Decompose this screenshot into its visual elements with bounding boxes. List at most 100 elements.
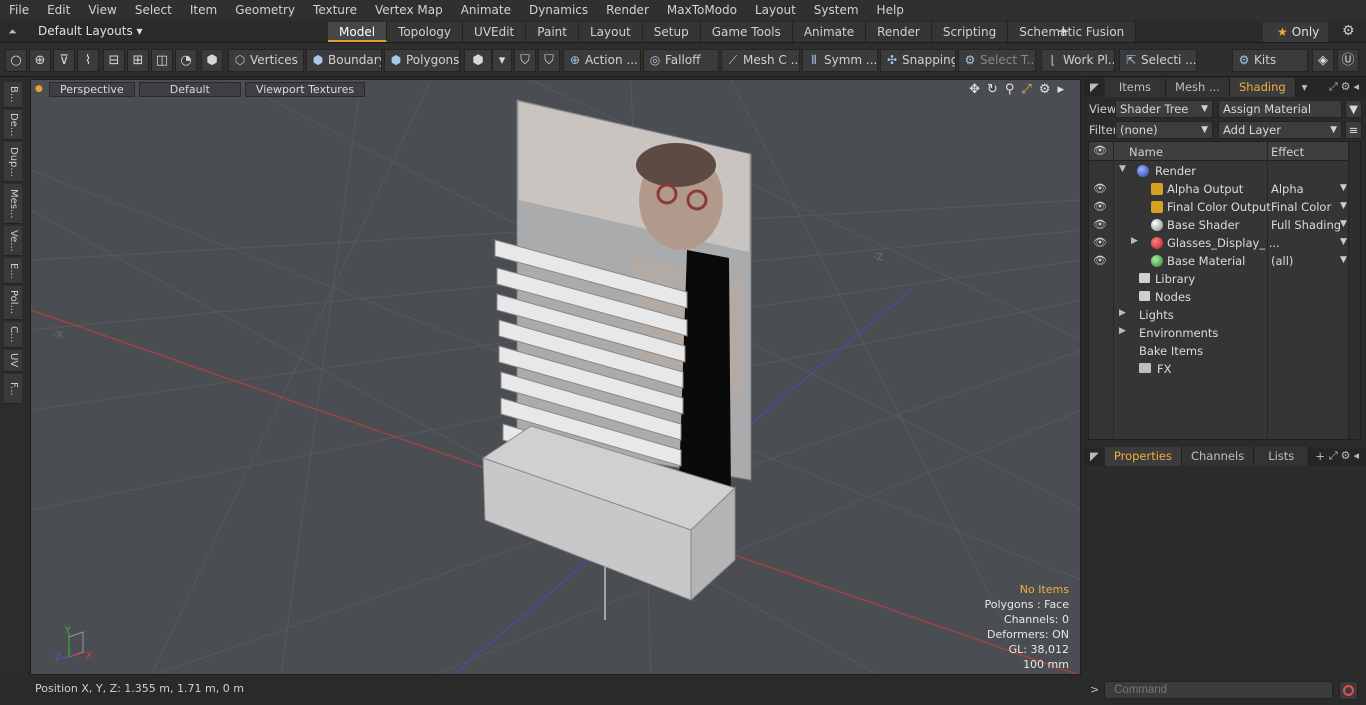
maximize-icon[interactable]: ⤢	[1021, 82, 1031, 97]
strip-tab-duplicate[interactable]: Dup...	[4, 142, 22, 182]
falloff-button[interactable]: ◎ Falloff	[643, 49, 719, 72]
tree-row-final-color-output[interactable]: 👁 Final Color Output Final Color ▼	[1089, 198, 1349, 216]
list-options-icon[interactable]: ≡	[1345, 121, 1362, 139]
tree-row-glasses-display[interactable]: 👁 ▶ Glasses_Display_ ... ▼	[1089, 234, 1349, 252]
tab-render[interactable]: Render	[866, 22, 932, 42]
menu-dynamics[interactable]: Dynamics	[520, 0, 597, 21]
visibility-eye-icon[interactable]: 👁	[1093, 182, 1107, 195]
default-layouts-dropdown[interactable]: Default Layouts ▾	[38, 24, 143, 38]
tab-animate[interactable]: Animate	[792, 22, 867, 42]
menu-texture[interactable]: Texture	[304, 0, 366, 21]
boundary-button[interactable]: ⬢ Boundary	[306, 49, 382, 72]
layout-arrow-icon[interactable]: ⏶	[8, 25, 17, 39]
globe-icon[interactable]: ⊕	[29, 49, 51, 72]
expand-down-icon[interactable]: ▼	[1119, 164, 1126, 174]
add-layer-dropdown[interactable]: Add Layer ▼	[1218, 121, 1342, 139]
visibility-eye-icon[interactable]: 👁	[1093, 254, 1107, 267]
tree-row-fx[interactable]: FX	[1089, 360, 1349, 378]
expand-right-icon[interactable]: ▶	[1119, 326, 1126, 336]
menu-animate[interactable]: Animate	[452, 0, 520, 21]
tree-row-nodes[interactable]: Nodes	[1089, 288, 1349, 306]
tab-lists[interactable]: Lists	[1254, 447, 1310, 466]
strip-tab-fusion[interactable]: F...	[4, 374, 22, 404]
tabs-chevron-down-icon[interactable]: ▾	[1296, 78, 1314, 97]
menu-system[interactable]: System	[805, 0, 868, 21]
tab-paint[interactable]: Paint	[526, 22, 579, 42]
viewport-textures-button[interactable]: Viewport Textures	[244, 82, 366, 97]
chevron-down-icon[interactable]: ▾	[492, 49, 512, 72]
unity-icon[interactable]: ◈	[1312, 49, 1334, 72]
expand-right-icon[interactable]: ▶	[1119, 308, 1126, 318]
column-effect[interactable]: Effect	[1271, 145, 1304, 159]
tree-item-effect[interactable]: (all)	[1271, 254, 1293, 268]
tree-row-render[interactable]: ▼ Render	[1089, 162, 1349, 180]
command-history-arrow-icon[interactable]: >	[1090, 683, 1099, 696]
tab-mesh[interactable]: Mesh ...	[1166, 78, 1230, 97]
symmetry-y-icon[interactable]: ⛉	[538, 49, 560, 72]
tab-model[interactable]: Model	[328, 22, 388, 42]
selection-button[interactable]: ⇱ Selecti ...	[1119, 49, 1197, 72]
filter-dropdown[interactable]: (none) ▼	[1115, 121, 1213, 139]
mesh-constraints-button[interactable]: ⟋ Mesh C ...	[721, 49, 800, 72]
vertices-button[interactable]: ⬡ Vertices	[228, 49, 304, 72]
menu-edit[interactable]: Edit	[38, 0, 79, 21]
select-through-button[interactable]: ⚙ Select T...	[958, 49, 1036, 72]
menu-view[interactable]: View	[79, 0, 125, 21]
menu-file[interactable]: File	[0, 0, 38, 21]
viewport-menu-dot-icon[interactable]: ●	[35, 82, 45, 98]
menu-maxtomodo[interactable]: MaxToModo	[658, 0, 746, 21]
visibility-eye-icon[interactable]: 👁	[1093, 218, 1107, 231]
rotate-icon[interactable]: ◔	[175, 49, 197, 72]
strip-tab-polygon[interactable]: Pol...	[4, 286, 22, 320]
panel-expand-gear-icons[interactable]: ⤢⚙◂	[1329, 80, 1362, 94]
menu-render[interactable]: Render	[597, 0, 658, 21]
tree-item-effect[interactable]: Alpha	[1271, 182, 1304, 196]
tree-row-environments[interactable]: ▶ Environments	[1089, 324, 1349, 342]
column-name[interactable]: Name	[1129, 145, 1163, 159]
view-dropdown[interactable]: Shader Tree ▼	[1115, 100, 1213, 118]
tab-channels[interactable]: Channels	[1181, 447, 1255, 466]
tree-item-effect[interactable]: Full Shading	[1271, 218, 1341, 232]
3d-viewport[interactable]: -X -Z Y X Z ● Perspective Default Viewpo…	[30, 79, 1081, 675]
material-mode-icon[interactable]: ⬢	[464, 49, 492, 72]
tree-scrollbar[interactable]	[1348, 142, 1360, 439]
filter-funnel-icon[interactable]: ▼	[1345, 100, 1362, 118]
strip-tab-curve[interactable]: C...	[4, 322, 22, 348]
viewport-gear-icon[interactable]: ⚙	[1039, 82, 1051, 97]
perspective-button[interactable]: Perspective	[49, 82, 135, 97]
record-macro-button[interactable]	[1339, 681, 1358, 700]
strip-tab-edge[interactable]: E...	[4, 258, 22, 284]
visibility-eye-icon[interactable]: 👁	[1093, 236, 1107, 249]
rotate-view-icon[interactable]: ↻	[987, 82, 998, 97]
chevron-down-icon[interactable]: ▼	[1340, 255, 1347, 265]
strip-tab-vertex[interactable]: Ve...	[4, 226, 22, 256]
tree-row-lights[interactable]: ▶ Lights	[1089, 306, 1349, 324]
chevron-down-icon[interactable]: ▼	[1340, 237, 1347, 247]
polygons-button[interactable]: ⬢ Polygons	[384, 49, 460, 72]
kits-button[interactable]: ⚙ Kits	[1232, 49, 1308, 72]
tab-game-tools[interactable]: Game Tools	[700, 22, 793, 42]
snapping-button[interactable]: ✣ Snapping	[880, 49, 956, 72]
tab-setup[interactable]: Setup	[642, 22, 701, 42]
tab-scripting[interactable]: Scripting	[931, 22, 1009, 42]
only-toggle[interactable]: ★ Only	[1263, 22, 1328, 42]
strip-tab-uv[interactable]: UV	[4, 350, 22, 372]
tab-layout[interactable]: Layout	[578, 22, 643, 42]
circle-select-icon[interactable]: ○	[5, 49, 27, 72]
action-center-button[interactable]: ⊕ Action ...	[563, 49, 641, 72]
chevron-down-icon[interactable]: ▼	[1340, 201, 1347, 211]
panel-expand-gear-icons[interactable]: ⤢⚙◂	[1329, 449, 1362, 463]
tab-properties[interactable]: Properties	[1104, 447, 1182, 466]
visibility-eye-icon[interactable]: 👁	[1093, 200, 1107, 213]
element-icon[interactable]: ◫	[151, 49, 173, 72]
panel-menu-icon[interactable]: ◤	[1084, 447, 1105, 466]
strip-tab-mesh[interactable]: Mes...	[4, 184, 22, 224]
tree-row-base-shader[interactable]: 👁 Base Shader Full Shading ▼	[1089, 216, 1349, 234]
brush-icon[interactable]: ⌇	[77, 49, 99, 72]
chevron-down-icon[interactable]: ▼	[1340, 183, 1347, 193]
gear-icon[interactable]: ⚙	[1342, 23, 1355, 39]
chevron-down-icon[interactable]: ▼	[1340, 219, 1347, 229]
align-icon[interactable]: ⊟	[103, 49, 125, 72]
tree-row-alpha-output[interactable]: 👁 Alpha Output Alpha ▼	[1089, 180, 1349, 198]
symmetry-x-icon[interactable]: ⛉	[514, 49, 536, 72]
